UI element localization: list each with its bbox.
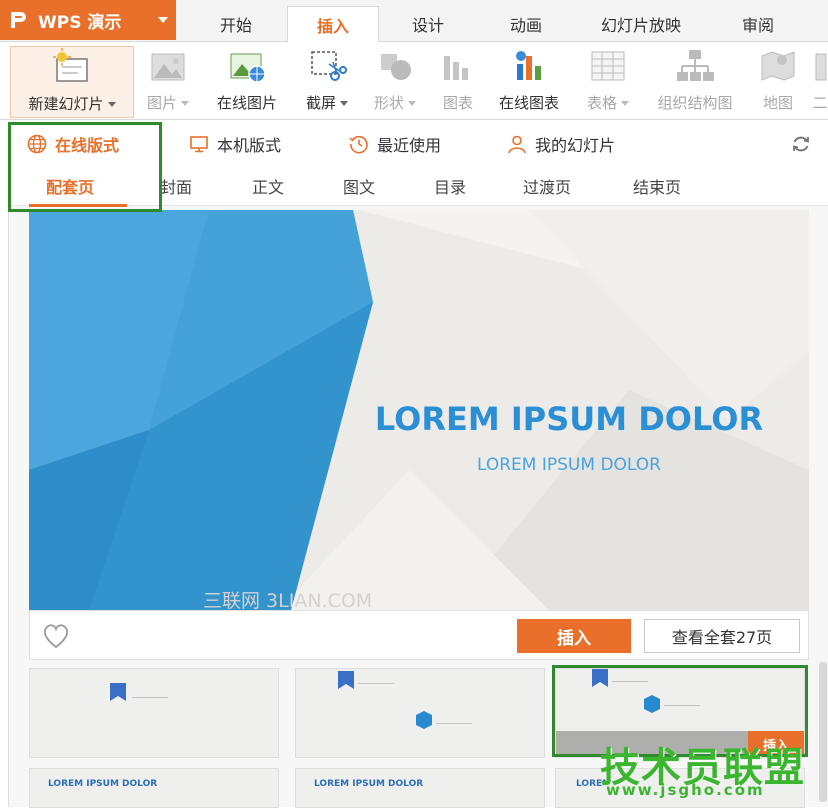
category-end[interactable]: 结束页 bbox=[633, 174, 681, 198]
map-label: 地图 bbox=[762, 94, 793, 112]
insert-ribbon: 新建幻灯片 图片 在线图片 截屏 形状 图表 在线图表 表格 组织结构图 地图 … bbox=[0, 42, 828, 120]
site-logo: 技术员联盟 www.jsgho.com bbox=[588, 735, 828, 807]
chevron-down-icon bbox=[181, 101, 189, 106]
chart-label: 图表 bbox=[442, 94, 473, 112]
screenshot-label: 截屏 bbox=[305, 94, 336, 112]
online-picture-button[interactable]: 在线图片 bbox=[206, 46, 288, 116]
template-preview[interactable]: LOREM IPSUM DOLOR LOREM IPSUM DOLOR 三联网 … bbox=[29, 210, 809, 610]
picture-button[interactable]: 图片 bbox=[140, 46, 196, 116]
chevron-down-icon bbox=[621, 101, 629, 106]
preview-action-bar: 插入 查看全套27页 bbox=[29, 610, 809, 660]
hexagon-badge-icon bbox=[416, 711, 432, 729]
my-slides-label: 我的幻灯片 bbox=[535, 136, 616, 155]
org-chart-icon bbox=[675, 46, 715, 86]
table-button[interactable]: 表格 bbox=[578, 46, 638, 116]
ribbon-badge-icon bbox=[338, 671, 354, 689]
org-chart-label: 组织结构图 bbox=[657, 94, 733, 112]
picture-icon bbox=[148, 46, 188, 86]
main-tab-bar: WPS 演示 开始 插入 设计 动画 幻灯片放映 审阅 bbox=[0, 0, 828, 43]
map-button[interactable]: 地图 bbox=[754, 46, 802, 116]
online-chart-label: 在线图表 bbox=[498, 94, 559, 112]
more-ribbon-button[interactable]: 二 bbox=[812, 46, 828, 116]
category-transition[interactable]: 过渡页 bbox=[523, 174, 571, 198]
template-thumbnail[interactable]: ──────────── ──────────── bbox=[295, 668, 545, 758]
watermark-text: 三联网 3LIAN.COM bbox=[203, 590, 373, 610]
tab-insert[interactable]: 插入 bbox=[287, 6, 379, 43]
tab-review[interactable]: 审阅 bbox=[710, 6, 806, 42]
chart-button[interactable]: 图表 bbox=[434, 46, 482, 116]
tab-design[interactable]: 设计 bbox=[382, 6, 474, 42]
preview-subtitle: LOREM IPSUM DOLOR bbox=[477, 455, 661, 475]
new-slide-label: 新建幻灯片 bbox=[28, 95, 104, 113]
tab-start[interactable]: 开始 bbox=[186, 6, 286, 42]
new-slide-icon bbox=[52, 47, 92, 87]
new-slide-button[interactable]: 新建幻灯片 bbox=[10, 46, 134, 118]
thumbnail-placeholder-line: ──────────── bbox=[132, 695, 169, 701]
picture-label: 图片 bbox=[146, 94, 177, 112]
table-icon bbox=[588, 46, 628, 86]
site-url-text: www.jsgho.com bbox=[606, 781, 765, 799]
app-name: WPS 演示 bbox=[38, 12, 122, 33]
insert-button[interactable]: 插入 bbox=[517, 619, 631, 653]
more-icon bbox=[812, 46, 828, 86]
category-body[interactable]: 正文 bbox=[252, 174, 284, 198]
chevron-down-icon bbox=[158, 17, 168, 23]
thumbnail-title: LOREM IPSUM DOLOR bbox=[314, 779, 424, 789]
online-picture-label: 在线图片 bbox=[216, 94, 277, 112]
tab-local-layout[interactable]: 本机版式 bbox=[189, 130, 281, 158]
bar-chart-icon bbox=[438, 46, 478, 86]
thumbnail-placeholder-line: ──────────── bbox=[436, 721, 473, 727]
category-image-text[interactable]: 图文 bbox=[343, 174, 375, 198]
monitor-icon bbox=[189, 134, 209, 154]
view-all-button[interactable]: 查看全套27页 bbox=[644, 619, 800, 653]
online-picture-icon bbox=[227, 46, 267, 86]
tab-animation[interactable]: 动画 bbox=[478, 6, 574, 42]
user-icon bbox=[507, 134, 527, 154]
preview-title: LOREM IPSUM DOLOR bbox=[374, 400, 764, 438]
chevron-down-icon bbox=[107, 102, 116, 107]
local-layout-label: 本机版式 bbox=[217, 136, 282, 155]
history-clock-icon bbox=[349, 134, 369, 154]
category-cover[interactable]: 封面 bbox=[160, 174, 192, 198]
shape-button[interactable]: 形状 bbox=[366, 46, 424, 116]
recent-label: 最近使用 bbox=[377, 136, 442, 155]
heart-icon[interactable] bbox=[42, 623, 70, 649]
highlight-box bbox=[8, 122, 162, 212]
tab-recent[interactable]: 最近使用 bbox=[349, 130, 441, 158]
template-thumbnail[interactable]: LOREM IPSUM DOLOR bbox=[29, 768, 279, 808]
thumbnail-placeholder-line: ──────────── bbox=[358, 681, 395, 687]
shape-label: 形状 bbox=[373, 94, 404, 112]
template-thumbnail[interactable]: LOREM IPSUM DOLOR bbox=[295, 768, 545, 808]
table-label: 表格 bbox=[586, 94, 617, 112]
online-chart-button[interactable]: 在线图表 bbox=[488, 46, 570, 116]
ribbon-badge-icon bbox=[110, 683, 126, 701]
template-thumbnail[interactable]: ──────────── bbox=[29, 668, 279, 758]
category-toc[interactable]: 目录 bbox=[434, 174, 466, 198]
org-chart-button[interactable]: 组织结构图 bbox=[646, 46, 744, 116]
chevron-down-icon bbox=[340, 101, 348, 106]
shape-icon bbox=[375, 46, 415, 86]
map-icon bbox=[758, 46, 798, 86]
chevron-down-icon bbox=[408, 101, 416, 106]
cut-off-label: 二 bbox=[812, 94, 828, 112]
scissors-icon bbox=[307, 46, 347, 86]
tab-slideshow[interactable]: 幻灯片放映 bbox=[578, 6, 704, 42]
thumbnail-title: LOREM IPSUM DOLOR bbox=[48, 779, 158, 789]
tab-my-slides[interactable]: 我的幻灯片 bbox=[507, 130, 615, 158]
template-panel: 在线版式 本机版式 最近使用 我的幻灯片 配套页 封面 正文 图文 目录 过渡页… bbox=[8, 122, 828, 808]
online-chart-icon bbox=[509, 46, 549, 86]
refresh-icon[interactable] bbox=[791, 134, 811, 154]
wps-logo-icon bbox=[8, 9, 30, 31]
screenshot-button[interactable]: 截屏 bbox=[298, 46, 356, 116]
app-menu-button[interactable]: WPS 演示 bbox=[0, 0, 176, 40]
